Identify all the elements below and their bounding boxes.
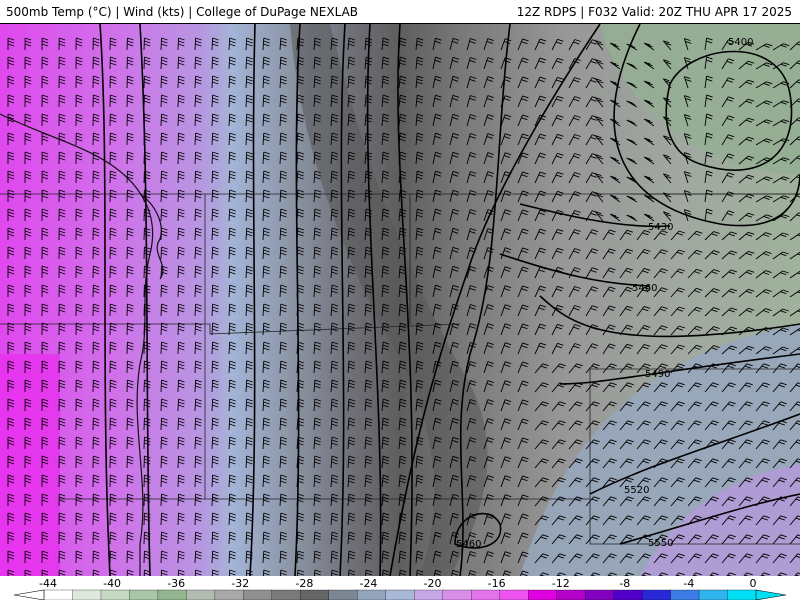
weather-map: 5400 5430 5460 5490 5520 5550 5460 bbox=[0, 24, 800, 576]
colorbar-right-arrow bbox=[755, 589, 787, 600]
colorbar-swatch bbox=[300, 589, 330, 600]
colorbar-swatch bbox=[613, 589, 643, 600]
colorbar-tick-label: -32 bbox=[231, 577, 249, 590]
colorbar-swatch bbox=[243, 589, 273, 600]
colorbar-swatch bbox=[43, 589, 74, 600]
colorbar-swatch bbox=[727, 589, 757, 600]
temperature-colorbar: -44 -40 -36 -32 -28 -24 -20 -16 -12 -8 -4 0 bbox=[0, 576, 800, 600]
contour-label: 5490 bbox=[645, 369, 670, 380]
contour-label: 5460 bbox=[632, 283, 657, 294]
colorbar-swatch bbox=[328, 589, 358, 600]
colorbar-swatch bbox=[72, 589, 102, 600]
colorbar-swatch bbox=[442, 589, 472, 600]
colorbar-swatch bbox=[414, 589, 444, 600]
colorbar-swatch bbox=[357, 589, 387, 600]
colorbar-swatch bbox=[556, 589, 586, 600]
colorbar-swatch bbox=[499, 589, 529, 600]
colorbar-swatch bbox=[385, 589, 415, 600]
colorbar-tick-label: -40 bbox=[103, 577, 121, 590]
product-title: 500mb Temp (°C) | Wind (kts) | College o… bbox=[6, 5, 359, 19]
colorbar-swatch bbox=[670, 589, 700, 600]
colorbar-swatch bbox=[641, 589, 672, 600]
colorbar-swatch bbox=[129, 589, 159, 600]
colorbar-swatch bbox=[186, 589, 216, 600]
colorbar-tick-label: -20 bbox=[424, 577, 442, 590]
colorbar-tick-label: -12 bbox=[552, 577, 570, 590]
colorbar-tick-label: -24 bbox=[359, 577, 377, 590]
colorbar-tick-label: -36 bbox=[167, 577, 185, 590]
colorbar-swatch bbox=[100, 589, 131, 600]
colorbar-tick-label: -8 bbox=[619, 577, 630, 590]
title-bar: 500mb Temp (°C) | Wind (kts) | College o… bbox=[0, 0, 800, 24]
colorbar-left-arrow bbox=[13, 589, 45, 600]
colorbar-tick-label: -4 bbox=[683, 577, 694, 590]
colorbar-tick-label: -16 bbox=[488, 577, 506, 590]
colorbar-swatch bbox=[584, 589, 615, 600]
colorbar-tick-label: -44 bbox=[39, 577, 57, 590]
colorbar-tick-label: 0 bbox=[750, 577, 757, 590]
colorbar-tick-label: -28 bbox=[295, 577, 313, 590]
model-valid-time: 12Z RDPS | F032 Valid: 20Z THU APR 17 20… bbox=[516, 5, 792, 19]
colorbar-swatch bbox=[471, 589, 501, 600]
contour-label: 5460 bbox=[456, 539, 481, 550]
colorbar-swatch bbox=[271, 589, 301, 600]
colorbar-swatch bbox=[214, 589, 245, 600]
colorbar-swatch bbox=[698, 589, 729, 600]
contour-label: 5550 bbox=[648, 538, 673, 549]
colorbar-swatch bbox=[157, 589, 188, 600]
colorbar-swatch bbox=[528, 589, 558, 600]
